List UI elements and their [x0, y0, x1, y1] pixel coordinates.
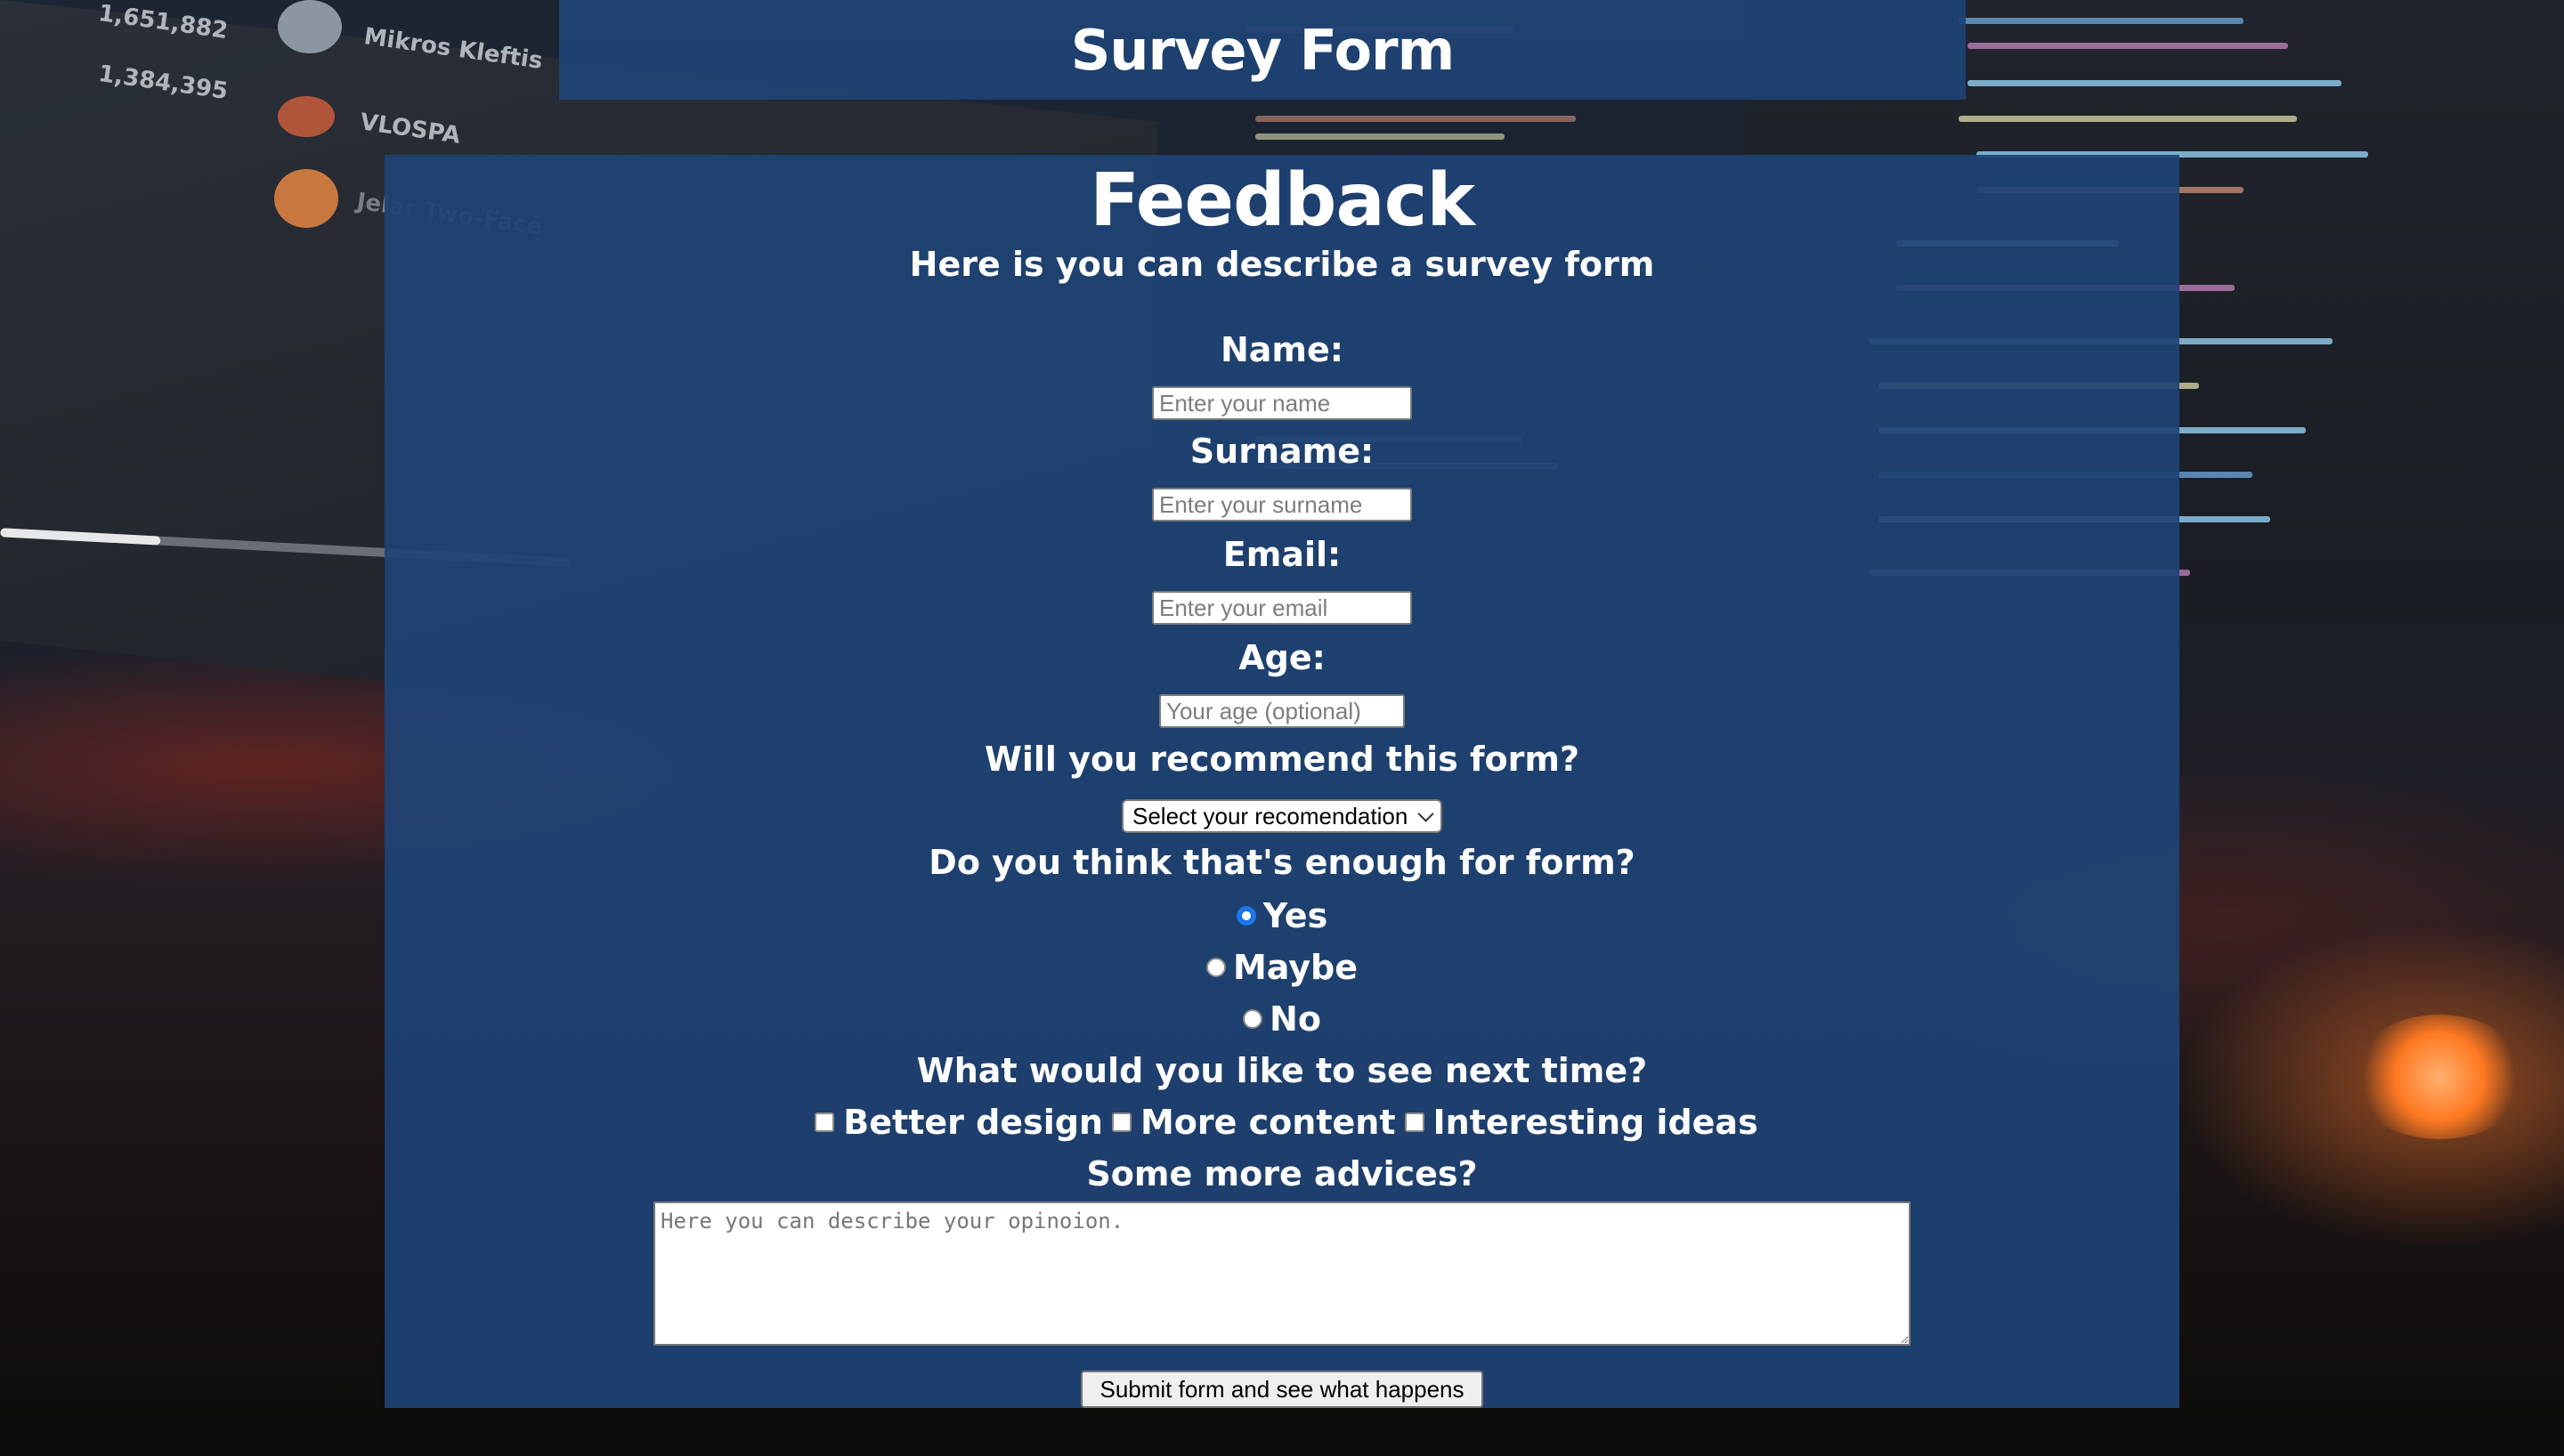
- radio-no[interactable]: [1243, 1009, 1263, 1029]
- email-label: Email:: [1222, 535, 1342, 574]
- checkbox-label-interesting-ideas: Interesting ideas: [1432, 1103, 1758, 1142]
- advices-textarea[interactable]: [653, 1201, 1911, 1346]
- advices-label: Some more advices?: [1086, 1154, 1478, 1193]
- radio-option-no[interactable]: No: [385, 997, 2179, 1041]
- chevron-down-icon: [1417, 805, 1434, 822]
- page-title: Survey Form: [1070, 17, 1455, 83]
- form-description: Here is you can describe a survey form: [909, 245, 1655, 284]
- checkbox-more-content[interactable]: [1111, 1112, 1132, 1132]
- checkbox-label-more-content: More content: [1140, 1103, 1396, 1142]
- next-time-label: What would you like to see next time?: [916, 1051, 1648, 1090]
- radio-label-no: No: [1270, 999, 1321, 1039]
- survey-form: Feedback Here is you can describe a surv…: [385, 155, 2179, 1408]
- background-avatar: [278, 96, 335, 137]
- age-label: Age:: [1238, 638, 1326, 677]
- form-title: Feedback: [1090, 158, 1475, 243]
- email-input[interactable]: [1152, 591, 1412, 625]
- name-label: Name:: [1220, 330, 1343, 369]
- surname-label: Surname:: [1189, 432, 1375, 471]
- radio-maybe[interactable]: [1205, 958, 1226, 977]
- submit-button[interactable]: Submit form and see what happens: [1081, 1371, 1483, 1408]
- next-time-options: Better design More content Interesting i…: [385, 1100, 2179, 1145]
- checkbox-label-better-design: Better design: [843, 1103, 1103, 1142]
- radio-option-yes[interactable]: Yes: [385, 894, 2179, 938]
- enough-label: Do you think that's enough for form?: [929, 843, 1635, 882]
- recommend-select-value: Select your recomendation: [1132, 802, 1408, 829]
- recommend-select[interactable]: Select your recomendation: [1122, 799, 1442, 833]
- radio-option-maybe[interactable]: Maybe: [385, 945, 2179, 990]
- page-header: Survey Form: [559, 0, 1966, 100]
- radio-label-maybe: Maybe: [1232, 948, 1359, 987]
- background-avatar: [274, 169, 338, 228]
- surname-input[interactable]: [1152, 488, 1412, 522]
- checkbox-better-design[interactable]: [815, 1112, 835, 1132]
- background-avatar: [278, 0, 342, 53]
- name-input[interactable]: [1152, 386, 1412, 420]
- checkbox-interesting-ideas[interactable]: [1404, 1112, 1424, 1132]
- radio-yes[interactable]: [1236, 906, 1256, 926]
- radio-label-yes: Yes: [1262, 896, 1328, 935]
- background-lamp: [2350, 1015, 2528, 1139]
- age-input[interactable]: [1159, 694, 1405, 728]
- recommend-label: Will you recommend this form?: [984, 740, 1580, 779]
